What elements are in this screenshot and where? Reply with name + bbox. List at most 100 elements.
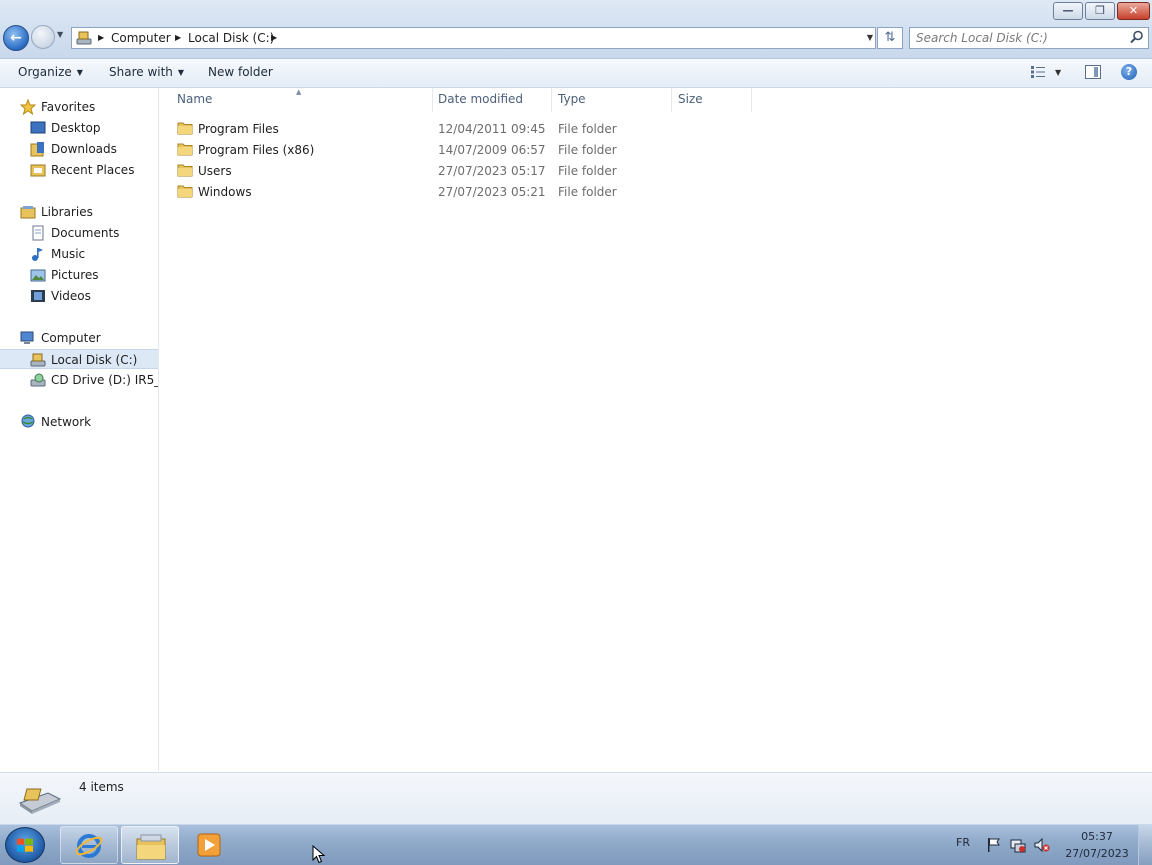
address-bar[interactable]: ▶ Computer ▶ Local Disk (C:) ▶ ▼ (71, 27, 876, 49)
nav-local-disk-c[interactable]: Local Disk (C:) (0, 349, 158, 369)
item-count: 4 items (79, 780, 124, 794)
maximize-button[interactable]: ❐ (1085, 2, 1115, 20)
internet-explorer-icon (75, 834, 103, 858)
local-disk-large-icon (18, 788, 62, 814)
nav-recent-places[interactable]: Recent Places (0, 160, 158, 180)
breadcrumb-separator-icon[interactable]: ▶ (98, 33, 104, 42)
breadcrumb-separator-icon[interactable]: ▶ (175, 33, 181, 42)
change-view-icon[interactable] (1030, 65, 1046, 79)
file-row[interactable]: Windows 27/07/2023 05:21 File folder (173, 182, 773, 202)
nav-libraries-label: Libraries (41, 205, 93, 219)
nav-favorites-label: Favorites (41, 100, 96, 114)
file-name: Program Files (198, 122, 279, 136)
restore-icon: ❐ (1095, 4, 1105, 17)
network-status-icon[interactable] (1010, 837, 1026, 853)
folder-icon (177, 164, 193, 177)
nav-downloads-label: Downloads (51, 142, 117, 156)
share-with-label: Share with (109, 65, 173, 79)
nav-computer-label: Computer (41, 331, 101, 345)
breadcrumb-separator-icon[interactable]: ▶ (271, 33, 277, 42)
column-divider[interactable] (551, 88, 552, 112)
libraries-icon (20, 206, 36, 219)
folder-icon (177, 143, 193, 156)
star-icon (20, 99, 36, 115)
nav-videos-label: Videos (51, 289, 91, 303)
nav-documents[interactable]: Documents (0, 223, 158, 243)
breadcrumb-local-disk[interactable]: Local Disk (C:) (188, 31, 274, 45)
details-pane: 4 items (0, 772, 1152, 825)
share-with-button[interactable]: Share with ▼ (109, 65, 184, 79)
file-name: Windows (198, 185, 252, 199)
view-options-dropdown-icon[interactable]: ▼ (1055, 68, 1061, 77)
file-type: File folder (558, 185, 617, 199)
nav-pictures[interactable]: Pictures (0, 265, 158, 285)
organize-label: Organize (18, 65, 72, 79)
back-arrow-icon: ← (10, 30, 22, 46)
minimize-button[interactable]: — (1053, 2, 1083, 20)
file-row[interactable]: Users 27/07/2023 05:17 File folder (173, 161, 773, 181)
breadcrumb-computer[interactable]: Computer (111, 31, 171, 45)
column-header-type[interactable]: Type (558, 92, 586, 106)
volume-muted-icon[interactable] (1034, 837, 1050, 853)
new-folder-button[interactable]: New folder (208, 65, 273, 79)
action-center-flag-icon[interactable] (986, 837, 1002, 853)
nav-videos[interactable]: Videos (0, 286, 158, 306)
column-divider[interactable] (751, 88, 752, 112)
clock-date[interactable]: 27/07/2023 (1064, 847, 1130, 860)
sort-ascending-icon: ▲ (296, 88, 302, 96)
file-date-modified: 12/04/2011 09:45 (438, 122, 546, 136)
nav-favorites[interactable]: Favorites (0, 97, 158, 117)
taskbar-internet-explorer[interactable] (60, 826, 118, 864)
nav-music[interactable]: Music (0, 244, 158, 264)
close-button[interactable]: ✕ (1117, 2, 1150, 20)
file-type: File folder (558, 143, 617, 157)
column-header-size[interactable]: Size (678, 92, 703, 106)
start-button[interactable] (5, 827, 45, 863)
nav-cd-drive-label: CD Drive (D:) IR5_CC (51, 373, 158, 387)
nav-cd-drive[interactable]: CD Drive (D:) IR5_CC (0, 370, 158, 390)
file-type: File folder (558, 122, 617, 136)
nav-desktop[interactable]: Desktop (0, 118, 158, 138)
show-desktop-button[interactable] (1138, 825, 1152, 865)
videos-icon (31, 290, 45, 302)
nav-network-label: Network (41, 415, 92, 429)
documents-icon (32, 225, 44, 241)
chevron-down-icon: ▼ (76, 68, 83, 77)
search-icon (1130, 30, 1143, 44)
forward-button[interactable] (31, 25, 55, 49)
refresh-button[interactable]: ⇅ (877, 27, 903, 49)
back-button[interactable]: ← (3, 25, 29, 51)
column-header-date-modified[interactable]: Date modified (438, 92, 523, 106)
window-titlebar: — ❐ ✕ ← ▼ ▶ Computer ▶ Local Disk (C:) ▶… (0, 0, 1152, 59)
file-name: Users (198, 164, 232, 178)
nav-documents-label: Documents (51, 226, 120, 240)
taskbar-media-player[interactable] (182, 826, 226, 864)
nav-desktop-label: Desktop (51, 121, 101, 135)
clock-time[interactable]: 05:37 (1068, 830, 1126, 843)
nav-libraries[interactable]: Libraries (0, 202, 158, 222)
column-header-name[interactable]: Name (177, 92, 212, 106)
nav-downloads[interactable]: Downloads (0, 139, 158, 159)
column-divider[interactable] (671, 88, 672, 112)
nav-network[interactable]: Network (0, 412, 158, 432)
nav-pictures-label: Pictures (51, 268, 99, 282)
search-input[interactable] (916, 30, 1121, 46)
language-indicator[interactable]: FR (956, 836, 970, 849)
computer-drive-icon (76, 31, 92, 45)
refresh-icon: ⇅ (884, 30, 896, 45)
file-date-modified: 14/07/2009 06:57 (438, 143, 546, 157)
organize-button[interactable]: Organize ▼ (18, 65, 83, 79)
file-row[interactable]: Program Files (x86) 14/07/2009 06:57 Fil… (173, 140, 773, 160)
preview-pane-icon[interactable] (1085, 65, 1101, 79)
nav-local-disk-label: Local Disk (C:) (51, 353, 138, 367)
taskbar-windows-explorer[interactable] (121, 826, 179, 864)
folder-libraries-icon (136, 834, 166, 860)
taskbar: FR 05:37 27/07/2023 (0, 824, 1152, 865)
recent-pages-dropdown-icon[interactable]: ▼ (57, 30, 67, 44)
file-row[interactable]: Program Files 12/04/2011 09:45 File fold… (173, 119, 773, 139)
help-icon[interactable]: ? (1121, 64, 1137, 80)
column-divider[interactable] (432, 88, 433, 112)
address-dropdown-icon[interactable]: ▼ (867, 33, 873, 42)
search-box[interactable] (909, 27, 1149, 49)
nav-computer[interactable]: Computer (0, 328, 158, 348)
